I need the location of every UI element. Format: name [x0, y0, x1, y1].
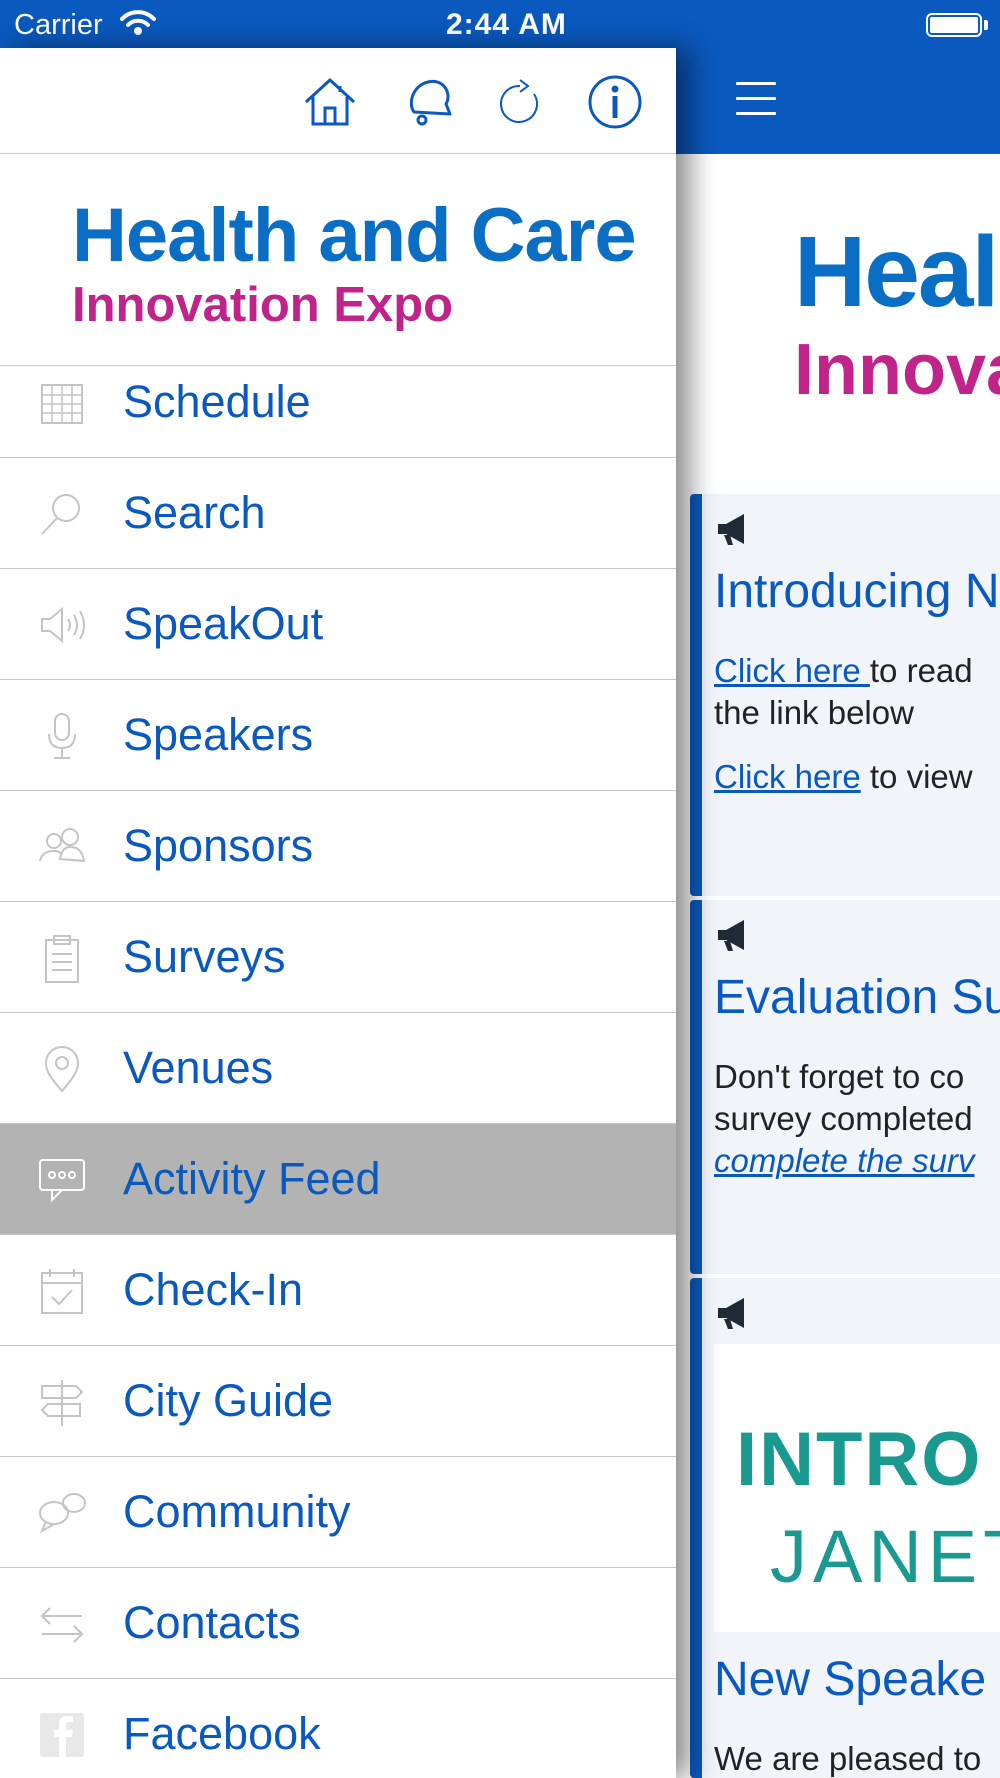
people-icon: [39, 828, 86, 863]
sidebar-item-label: Sponsors: [123, 820, 314, 871]
sidebar-item-label: Search: [123, 487, 266, 538]
swap-arrows-icon: [40, 1607, 84, 1643]
main-logo-line1: Heal: [794, 216, 999, 328]
drawer-logo: Health and Care Innovation Expo: [0, 154, 676, 366]
sidebar-item-speakers[interactable]: Speakers: [0, 680, 676, 791]
main-header: [676, 0, 1000, 154]
bell-icon[interactable]: [400, 72, 460, 132]
main-logo: Heal Innova: [794, 222, 1000, 410]
calendar-check-icon: [41, 1269, 83, 1314]
megaphone-icon: [718, 920, 744, 951]
sidebar-item-venues[interactable]: Venues: [0, 1013, 676, 1124]
sidebar-item-label: Venues: [123, 1042, 274, 1093]
speaker-icon: [41, 606, 85, 644]
survey-link[interactable]: complete the surv: [714, 1142, 974, 1179]
sidebar-item-speakout[interactable]: SpeakOut: [0, 569, 676, 680]
info-icon[interactable]: [585, 72, 645, 132]
drawer-menu: Schedule Search SpeakOut Speakers Sponsors Su…: [0, 366, 676, 1778]
sidebar-item-label: Community: [123, 1486, 351, 1537]
sidebar-item-city-guide[interactable]: City Guide: [0, 1346, 676, 1457]
sidebar-item-label: City Guide: [123, 1375, 334, 1426]
sidebar-item-search[interactable]: Search: [0, 458, 676, 569]
feed-card-text: the link below: [714, 694, 914, 731]
feed-card-text: to read: [869, 652, 973, 689]
banner-line1: INTRO: [736, 1417, 983, 1502]
feed-card-text: survey completed: [714, 1100, 973, 1137]
refresh-icon[interactable]: [490, 72, 550, 132]
sidebar-item-label: Facebook: [123, 1708, 321, 1759]
feed-card-text: We are pleased to: [714, 1740, 982, 1777]
drawer-toolbar: [0, 48, 676, 154]
sidebar-item-label: Check-In: [123, 1264, 304, 1315]
navigation-drawer: Health and Care Innovation Expo Schedule…: [0, 48, 676, 1778]
clipboard-icon: [45, 935, 79, 983]
battery-icon: [926, 13, 982, 37]
sidebar-item-label: Activity Feed: [123, 1153, 381, 1204]
feed-card: INTRO JANET New Speake We are pleased to: [690, 1278, 1000, 1778]
feed-card-title: Introducing N: [714, 565, 1000, 618]
status-time: 2:44 AM: [446, 8, 567, 41]
carrier-label: Carrier: [14, 9, 103, 41]
feed-card: Evaluation Su Don't forget to co survey …: [690, 900, 1000, 1274]
banner-line2: JANET: [770, 1515, 1000, 1598]
chat-bubble-icon: [39, 1159, 85, 1203]
feed-banner-image[interactable]: INTRO JANET: [714, 1344, 1000, 1632]
sidebar-item-surveys[interactable]: Surveys: [0, 902, 676, 1013]
drawer-logo-line1: Health and Care: [72, 193, 637, 278]
sidebar-item-label: Surveys: [123, 931, 286, 982]
battery-tip: [984, 20, 988, 30]
main-content: Heal Innova Introducing N Click here to …: [676, 0, 1000, 1778]
sidebar-item-facebook[interactable]: Facebook: [0, 1679, 676, 1778]
wifi-icon: [120, 10, 156, 35]
microphone-icon: [48, 713, 76, 759]
signpost-icon: [40, 1380, 84, 1426]
sidebar-item-schedule[interactable]: Schedule: [0, 366, 676, 458]
feed-card-text: Don't forget to co: [714, 1058, 965, 1095]
status-bar: Carrier 2:44 AM: [0, 0, 676, 48]
click-here-link[interactable]: Click here: [714, 652, 870, 689]
sidebar-item-label: Speakers: [123, 709, 314, 760]
feed-card-title: New Speake: [714, 1653, 987, 1706]
feed-card-title: Evaluation Su: [714, 971, 1000, 1024]
sidebar-item-sponsors[interactable]: Sponsors: [0, 791, 676, 902]
home-icon[interactable]: [300, 72, 360, 132]
click-here-link[interactable]: Click here: [714, 758, 861, 795]
sidebar-item-label: Schedule: [123, 376, 311, 427]
drawer-logo-line2: Innovation Expo: [72, 278, 454, 332]
search-icon: [41, 494, 80, 535]
sidebar-item-community[interactable]: Community: [0, 1457, 676, 1568]
sidebar-item-activity-feed[interactable]: Activity Feed: [0, 1124, 676, 1235]
sidebar-item-label: Contacts: [123, 1597, 301, 1648]
sidebar-item-contacts[interactable]: Contacts: [0, 1568, 676, 1679]
megaphone-icon: [718, 1298, 744, 1329]
feed-card: Introducing N Click here to read the lin…: [690, 494, 1000, 896]
speech-bubbles-icon: [39, 1493, 86, 1534]
main-logo-line2: Innova: [794, 330, 1000, 410]
feed-card-text: to view: [860, 758, 973, 795]
hamburger-menu-icon[interactable]: [736, 82, 776, 115]
sidebar-item-label: SpeakOut: [123, 598, 324, 649]
facebook-icon: [40, 1713, 84, 1757]
calendar-icon: [41, 384, 83, 424]
megaphone-icon: [718, 514, 744, 545]
sidebar-item-check-in[interactable]: Check-In: [0, 1235, 676, 1346]
map-pin-icon: [44, 1046, 80, 1093]
